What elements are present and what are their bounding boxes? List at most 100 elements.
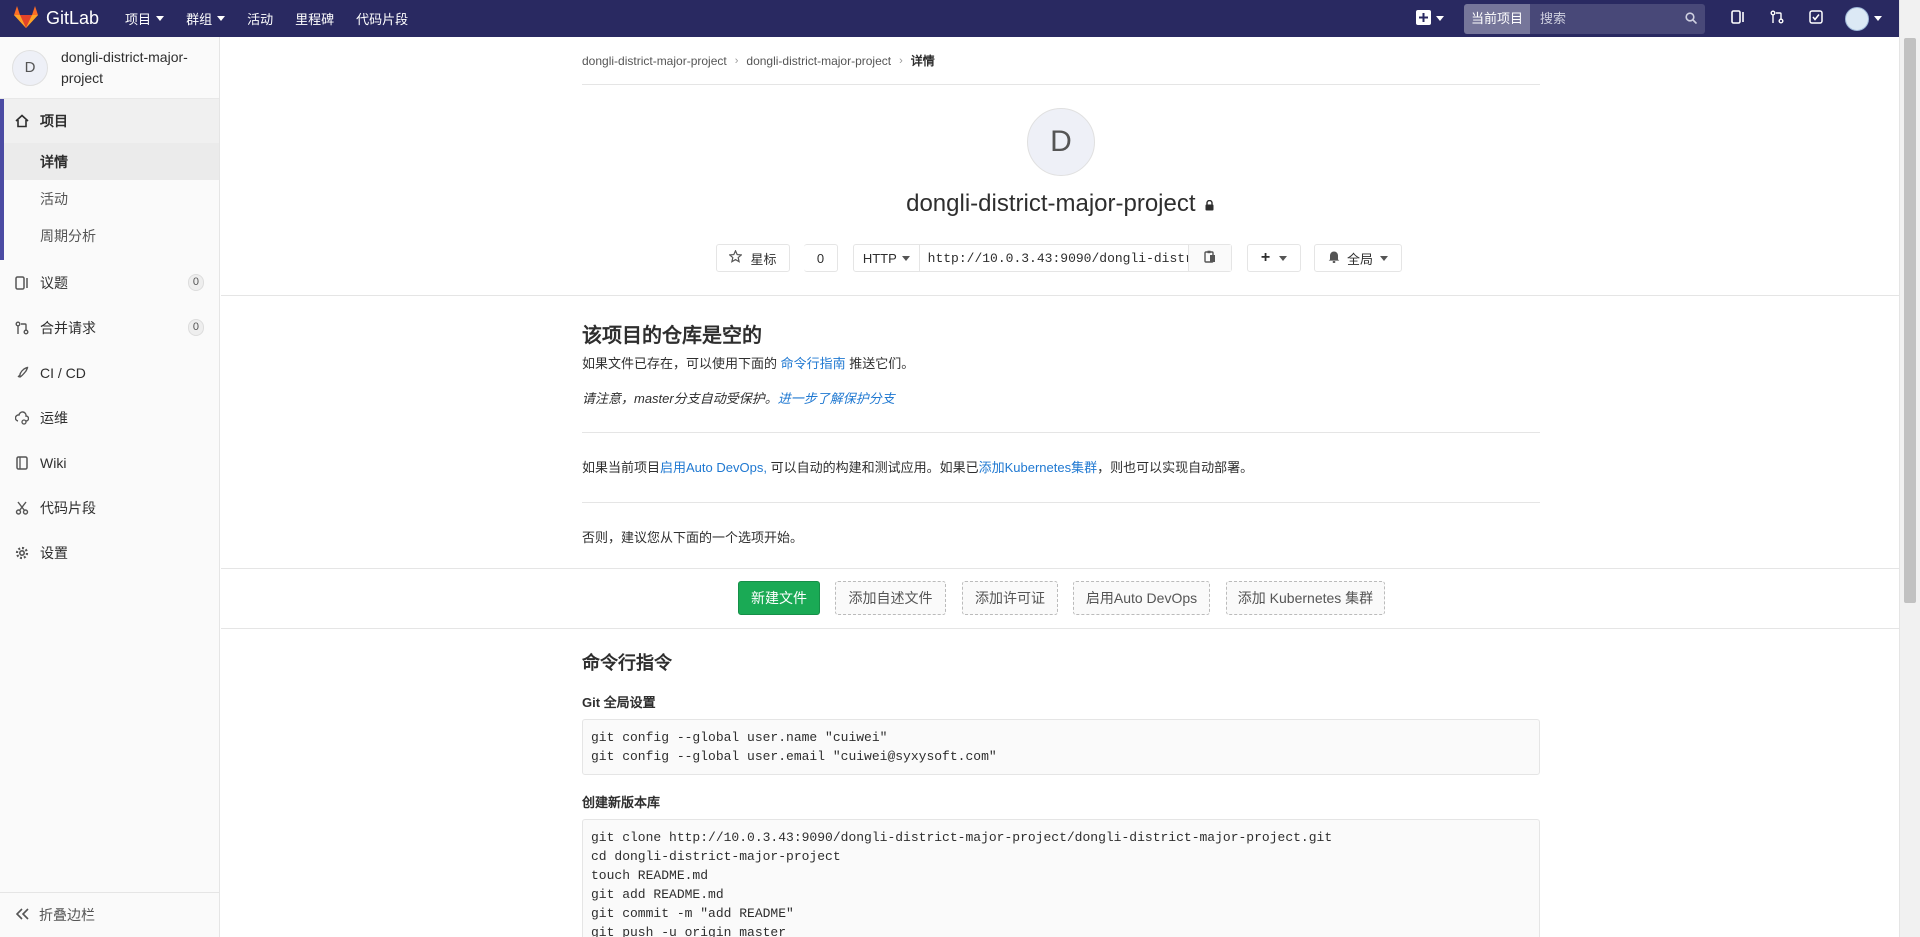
enable-auto-devops-link[interactable]: 启用Auto DevOps, [660, 460, 767, 475]
sidebar-item-cicd-label: CI / CD [40, 364, 86, 381]
chevron-down-icon [217, 16, 226, 21]
star-count[interactable]: 0 [804, 244, 838, 272]
divider [221, 628, 1899, 629]
chevron-down-icon [156, 16, 165, 21]
empty-repo-heading-block: 该项目的仓库是空的 [582, 319, 1540, 348]
issues-nav-button[interactable] [1727, 8, 1749, 30]
breadcrumb-current: 详情 [910, 54, 935, 68]
add-license-button[interactable]: 添加许可证 [962, 581, 1058, 615]
nav-activity[interactable]: 活动 [247, 9, 273, 28]
empty-repo-title: 该项目的仓库是空的 [582, 325, 762, 347]
search-icon[interactable] [1685, 11, 1698, 27]
new-repo-title: 创建新版本库 [582, 795, 661, 810]
sidebar-item-details[interactable]: 详情 [4, 143, 219, 180]
lock-icon [1202, 199, 1214, 214]
issues-icon [1731, 10, 1745, 27]
brand-name: GitLab [46, 8, 100, 28]
sidebar-item-issues[interactable]: 议题 0 [0, 260, 219, 305]
breadcrumb-project-link[interactable]: dongli-district-major-project [746, 54, 891, 68]
sidebar-item-cicd[interactable]: CI / CD [0, 350, 219, 395]
clone-protocol-dropdown[interactable]: HTTP [854, 245, 920, 271]
user-avatar [1844, 6, 1869, 31]
merge-request-icon [1770, 10, 1784, 27]
enable-auto-devops-button[interactable]: 启用Auto DevOps [1073, 581, 1210, 615]
nav-snippets[interactable]: 代码片段 [356, 9, 408, 28]
chevron-down-icon [1873, 16, 1882, 21]
nav-projects[interactable]: 项目 [125, 9, 165, 28]
sidebar-item-merge-requests[interactable]: 合并请求 0 [0, 305, 219, 350]
nav-projects-label: 项目 [125, 12, 152, 27]
chevron-down-icon [1380, 255, 1388, 261]
navbar-right: 当前项目 [1413, 0, 1920, 37]
plus-square-icon [1415, 9, 1431, 28]
search-input[interactable] [1530, 3, 1685, 34]
nav-snippets-label: 代码片段 [356, 12, 409, 27]
project-big-avatar: D [1027, 108, 1095, 176]
sidebar-project-header[interactable]: D dongli-district-major-project [0, 37, 219, 99]
empty-repo-line2: 请注意，master分支自动受保护。进一步了解保护分支 [582, 389, 1540, 409]
merge-requests-nav-button[interactable] [1766, 8, 1788, 30]
sidebar-item-snippets-label: 代码片段 [40, 499, 96, 516]
project-hero: D dongli-district-major-project 星标 0 HTT… [221, 85, 1899, 296]
sidebar-item-settings[interactable]: 设置 [0, 530, 219, 575]
issues-count-badge: 0 [187, 274, 204, 291]
copy-url-button[interactable] [1188, 245, 1231, 271]
clipboard-icon [1204, 250, 1216, 266]
chevron-right-icon: › [734, 54, 739, 67]
scrollbar-thumb[interactable] [1904, 38, 1916, 603]
nav-groups[interactable]: 群组 [186, 9, 226, 28]
sidebar-item-snippets[interactable]: 代码片段 [0, 485, 219, 530]
star-button[interactable]: 星标 [716, 244, 790, 272]
nav-groups-label: 群组 [186, 12, 213, 27]
todos-nav-button[interactable] [1805, 8, 1827, 30]
breadcrumb: dongli-district-major-project › dongli-d… [582, 37, 1540, 85]
cloud-gear-icon [14, 410, 30, 426]
sidebar-item-cycle-analytics[interactable]: 周期分析 [4, 217, 219, 254]
devops-suffix: ，则也可以实现自动部署。 [1097, 460, 1254, 475]
auto-devops-hint: 如果当前项目启用Auto DevOps, 可以自动的构建和测试应用。如果已添加K… [582, 458, 1540, 478]
page-scrollbar[interactable] [1899, 0, 1920, 937]
new-dropdown-button[interactable] [1413, 8, 1447, 30]
sidebar-item-operations-label: 运维 [40, 409, 68, 426]
protected-branches-link[interactable]: 进一步了解保护分支 [778, 391, 895, 406]
new-repo-code: git clone http://10.0.3.43:9090/dongli-d… [582, 819, 1540, 937]
gear-icon [14, 545, 30, 561]
issues-icon [14, 275, 30, 291]
new-file-button[interactable]: 新建文件 [738, 581, 820, 615]
nav-milestones[interactable]: 里程碑 [295, 9, 334, 28]
project-sidebar: D dongli-district-major-project 项目 详情 活动… [0, 37, 220, 937]
notification-dropdown[interactable]: 全局 [1314, 244, 1402, 272]
git-global-setup-code: git config --global user.name "cuiwei" g… [582, 719, 1540, 775]
project-title-wrap: dongli-district-major-project [221, 190, 1899, 218]
gitlab-logo[interactable]: GitLab [14, 6, 99, 31]
add-kubernetes-link[interactable]: 添加Kubernetes集群 [979, 460, 1098, 475]
collapse-sidebar-label: 折叠边栏 [39, 907, 95, 923]
bell-icon [1328, 250, 1340, 266]
quick-actions-row: 新建文件 添加自述文件 添加许可证 启用Auto DevOps 添加 Kuber… [221, 581, 1899, 617]
scissors-icon [14, 500, 30, 516]
project-actions: 星标 0 HTTP + 全局 [221, 244, 1899, 274]
add-to-repo-dropdown[interactable]: + [1247, 244, 1301, 272]
chevron-right-icon: › [899, 54, 903, 67]
add-kubernetes-button[interactable]: 添加 Kubernetes 集群 [1226, 581, 1385, 615]
sidebar-item-wiki[interactable]: Wiki [0, 440, 219, 485]
sidebar-item-activity[interactable]: 活动 [4, 180, 219, 217]
devops-prefix: 如果当前项目 [582, 460, 661, 475]
add-readme-button[interactable]: 添加自述文件 [835, 581, 946, 615]
sidebar-project-subitems: 详情 活动 周期分析 [4, 143, 219, 260]
clone-protocol-label: HTTP [862, 250, 897, 266]
sidebar-project-section: 项目 详情 活动 周期分析 [0, 99, 219, 260]
cli-guide-link[interactable]: 命令行指南 [781, 356, 846, 371]
nav-milestones-label: 里程碑 [295, 12, 335, 27]
user-menu[interactable] [1844, 6, 1882, 31]
sidebar-item-operations[interactable]: 运维 [0, 395, 219, 440]
collapse-sidebar-button[interactable]: 折叠边栏 [0, 892, 219, 937]
star-icon [728, 249, 744, 266]
search-scope-badge[interactable]: 当前项目 [1463, 3, 1530, 34]
rocket-icon [14, 365, 30, 381]
book-icon [14, 455, 30, 471]
breadcrumb-group-link[interactable]: dongli-district-major-project [582, 54, 727, 68]
sidebar-item-project[interactable]: 项目 [4, 99, 219, 143]
clone-url-input[interactable] [919, 245, 1189, 271]
sidebar-project-name: dongli-district-major-project [61, 48, 188, 86]
